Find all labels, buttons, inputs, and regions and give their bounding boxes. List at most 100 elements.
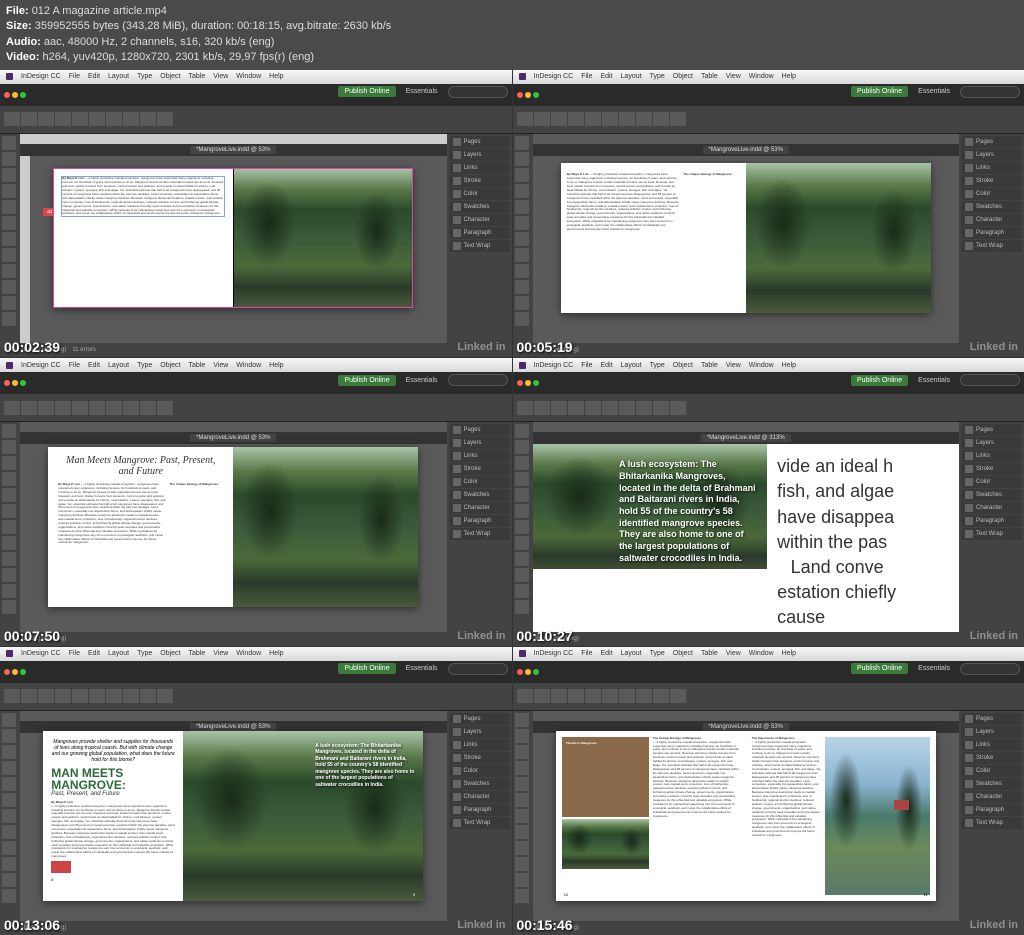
toolbar-button[interactable] <box>55 112 71 126</box>
menu-app[interactable]: InDesign CC <box>21 73 61 80</box>
app-toolbar <box>0 106 512 134</box>
toolbar-button[interactable] <box>72 112 88 126</box>
timestamp: 00:13:06 <box>4 917 60 933</box>
toolbar-button[interactable] <box>106 112 122 126</box>
color-panel[interactable]: Color <box>449 188 510 200</box>
menu-object[interactable]: Object <box>160 73 180 80</box>
workspace-switcher[interactable]: Essentials <box>400 86 444 97</box>
linkedin-watermark: Linked in <box>457 341 505 353</box>
file-value: 012 A magazine article.mp4 <box>32 5 167 17</box>
page-number: 8 <box>51 877 175 882</box>
toolbar-button[interactable] <box>21 112 37 126</box>
tools-panel <box>0 134 20 344</box>
menu-table[interactable]: Table <box>188 73 205 80</box>
article-title: Man Meets Mangrove: Past, Present, and F… <box>58 455 223 477</box>
audio-label: Audio: <box>6 36 41 48</box>
gap-tool[interactable] <box>2 184 16 198</box>
pencil-tool[interactable] <box>2 248 16 262</box>
panels-dock: Pages Layers Links Stroke Color Swatches… <box>447 134 512 344</box>
links-panel[interactable]: Links <box>449 162 510 174</box>
character-panel[interactable]: Character <box>449 214 510 226</box>
file-metadata: File: 012 A magazine article.mp4 Size: 3… <box>0 0 1024 70</box>
document-canvas[interactable]: *MangroveLive.indd @ 53% 8 By Maya P. Li… <box>20 134 447 344</box>
menu-type[interactable]: Type <box>137 73 152 80</box>
thumbnail-3: InDesign CCFileEditLayoutTypeObjectTable… <box>0 358 512 646</box>
timestamp: 00:05:19 <box>517 339 573 355</box>
line-tool[interactable] <box>2 216 16 230</box>
maximize-button[interactable] <box>20 92 26 98</box>
text-wrap-icon <box>453 242 461 250</box>
thumbnail-4: InDesign CCFileEditLayoutTypeObjectTable… <box>513 358 1024 646</box>
importance-heading: The Importance of Mangroves <box>752 736 795 740</box>
toolbar-button[interactable] <box>89 112 105 126</box>
image-caption-overlay: A lush ecosystem: The Bhitarkanika Mangr… <box>315 743 415 789</box>
menu-view[interactable]: View <box>213 73 228 80</box>
mac-menubar[interactable]: InDesign CC File Edit Layout Type Object… <box>0 70 512 84</box>
article-body: — A highly productive coastal ecosystem,… <box>653 741 740 819</box>
menu-help[interactable]: Help <box>269 73 283 80</box>
rectangle-frame-tool[interactable] <box>2 264 16 278</box>
article-body-zoomed: vide an ideal h fish, and algae have dis… <box>767 444 959 632</box>
layers-panel[interactable]: Layers <box>449 149 510 161</box>
stroke-panel[interactable]: Stroke <box>449 175 510 187</box>
type-tool[interactable] <box>2 200 16 214</box>
size-value: 359952555 bytes (343,28 MiB), duration: … <box>35 20 392 32</box>
article-subtitle: Past, Present, and Future <box>51 791 175 797</box>
swatches-panel[interactable]: Swatches <box>449 201 510 213</box>
selection-tool[interactable] <box>2 136 16 150</box>
article-body: — A highly productive coastal ecosystem,… <box>752 741 822 838</box>
tool-item[interactable] <box>2 296 16 310</box>
red-hut-icon <box>894 800 909 810</box>
timestamp: 00:07:50 <box>4 628 60 644</box>
document-tab[interactable]: *MangroveLive.indd @ 53% <box>190 146 276 154</box>
paragraph-icon <box>453 229 461 237</box>
publish-online-button[interactable]: Publish Online <box>338 86 395 97</box>
layers-icon <box>453 151 461 159</box>
menu-window[interactable]: Window <box>236 73 261 80</box>
article-image-small <box>562 819 649 869</box>
text-wrap-panel[interactable]: Text Wrap <box>449 240 510 252</box>
menu-layout[interactable]: Layout <box>108 73 129 80</box>
page-tool[interactable] <box>2 168 16 182</box>
pages-icon <box>453 138 461 146</box>
toolbar-button[interactable] <box>157 112 173 126</box>
color-icon <box>453 190 461 198</box>
app-top-right: Publish Online Essentials <box>338 86 507 98</box>
rectangle-tool[interactable] <box>2 280 16 294</box>
paragraph-panel[interactable]: Paragraph <box>449 227 510 239</box>
app-icon <box>6 73 13 80</box>
sidebar-heading: The Unique Biology of Mangroves <box>170 482 219 486</box>
ruler-vertical[interactable] <box>20 134 30 344</box>
menu-edit[interactable]: Edit <box>88 73 100 80</box>
close-button[interactable] <box>4 92 10 98</box>
tool-item[interactable] <box>2 312 16 326</box>
character-icon <box>453 216 461 224</box>
status-bar: 53%[Basic] (working)11 errors <box>0 343 512 357</box>
thumbnail-6: InDesign CCFileEditLayoutTypeObjectTable… <box>513 647 1024 935</box>
toolbar-button[interactable] <box>4 112 20 126</box>
minimize-button[interactable] <box>12 92 18 98</box>
video-value: h264, yuv420p, 1280x720, 2301 kb/s, 29,9… <box>42 51 314 63</box>
article-body: — A highly productive coastal ecosystem,… <box>58 482 165 544</box>
pen-tool[interactable] <box>2 232 16 246</box>
pages-panel[interactable]: Pages <box>449 136 510 148</box>
size-label: Size: <box>6 20 32 32</box>
sidebar-heading: The Unique Biology of Mangroves <box>653 736 702 740</box>
article-body: — A highly productive coastal ecosystem,… <box>51 805 175 859</box>
article-title-styled: MAN MEETS MANGROVE: <box>51 767 175 791</box>
search-input[interactable] <box>448 86 508 98</box>
ruler-horizontal[interactable] <box>20 134 447 144</box>
direct-selection-tool[interactable] <box>2 152 16 166</box>
stilt-house-image <box>825 737 929 895</box>
menu-file[interactable]: File <box>69 73 80 80</box>
toolbar-button[interactable] <box>123 112 139 126</box>
timestamp: 00:02:39 <box>4 339 60 355</box>
article-image-zoomed: A lush ecosystem: The Bhitarkanika Mangr… <box>533 444 768 575</box>
sidebar-heading: The Unique Biology of Mangroves <box>683 172 732 176</box>
toolbar-button[interactable] <box>140 112 156 126</box>
article-image <box>233 447 418 607</box>
toolbar-button[interactable] <box>38 112 54 126</box>
page-number: 10 <box>564 892 568 897</box>
file-label: File: <box>6 5 29 17</box>
thumbnail-5: InDesign CCFileEditLayoutTypeObjectTable… <box>0 647 512 935</box>
